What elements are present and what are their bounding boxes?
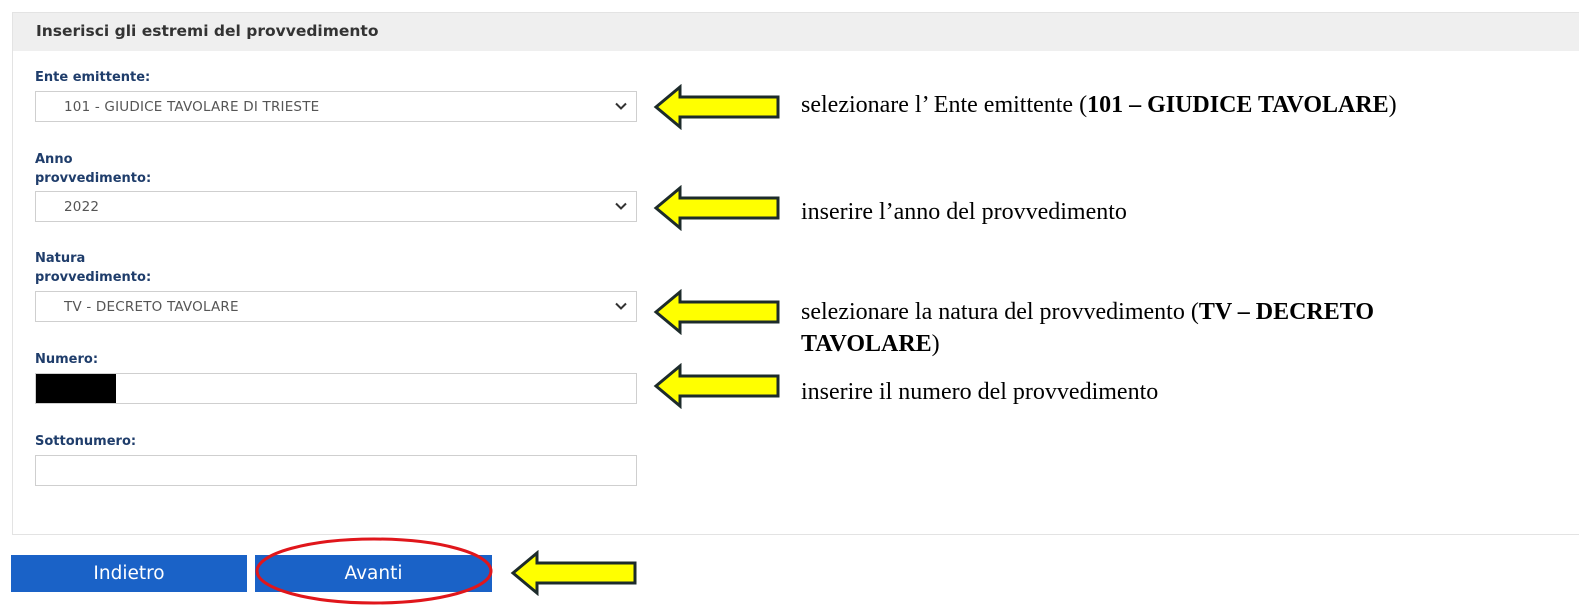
annotation-natura-pre: selezionare la natura del provvedimento … — [801, 299, 1199, 325]
arrow-left-icon — [653, 84, 781, 130]
highlight-ellipse — [255, 537, 493, 605]
numero-label: Numero: — [35, 352, 99, 367]
anno-label-line2: provvedimento: — [35, 171, 152, 186]
natura-label-line1: Natura — [35, 251, 86, 266]
chevron-down-icon — [615, 302, 627, 310]
back-button[interactable]: Indietro — [11, 555, 247, 592]
anno-provvedimento-label: Anno provvedimento: — [35, 150, 151, 188]
annotation-ente-bold: 101 – GIUDICE TAVOLARE — [1087, 92, 1389, 118]
natura-provvedimento-value: TV - DECRETO TAVOLARE — [64, 299, 239, 315]
arrow-left-icon — [510, 550, 638, 596]
natura-provvedimento-select[interactable]: TV - DECRETO TAVOLARE — [35, 291, 637, 322]
sottonumero-label: Sottonumero: — [35, 434, 137, 449]
annotation-natura-bold1: TV – DECRETO — [1198, 299, 1374, 325]
panel-title: Inserisci gli estremi del provvedimento — [36, 22, 379, 40]
natura-provvedimento-label: Natura provvedimento: — [35, 249, 151, 287]
arrow-left-icon — [653, 185, 781, 231]
ente-emittente-value: 101 - GIUDICE TAVOLARE DI TRIESTE — [64, 99, 320, 115]
chevron-down-icon — [615, 202, 627, 210]
arrow-left-icon — [653, 363, 781, 409]
chevron-down-icon — [615, 102, 627, 110]
annotation-numero: inserire il numero del provvedimento — [801, 379, 1159, 405]
anno-provvedimento-value: 2022 — [64, 199, 100, 215]
sottonumero-input[interactable] — [35, 455, 637, 486]
ente-emittente-label: Ente emittente: — [35, 70, 151, 85]
anno-provvedimento-select[interactable]: 2022 — [35, 191, 637, 222]
panel-header: Inserisci gli estremi del provvedimento — [13, 13, 1579, 51]
numero-input[interactable] — [35, 373, 637, 404]
ente-emittente-select[interactable]: 101 - GIUDICE TAVOLARE DI TRIESTE — [35, 91, 637, 122]
anno-label-line1: Anno — [35, 152, 73, 167]
annotation-ente-post: ) — [1388, 92, 1397, 118]
annotation-natura-bold2: TAVOLARE — [801, 331, 932, 357]
redacted-value — [36, 374, 116, 403]
arrow-left-icon — [653, 289, 781, 335]
annotation-ente-pre: selezionare l’ Ente emittente ( — [801, 92, 1088, 118]
annotation-ente: selezionare l’ Ente emittente (101 – GIU… — [801, 89, 1397, 121]
annotation-natura-post: ) — [931, 331, 940, 357]
annotation-anno: inserire l’anno del provvedimento — [801, 199, 1127, 225]
natura-label-line2: provvedimento: — [35, 270, 152, 285]
annotation-natura: selezionare la natura del provvedimento … — [801, 296, 1374, 360]
